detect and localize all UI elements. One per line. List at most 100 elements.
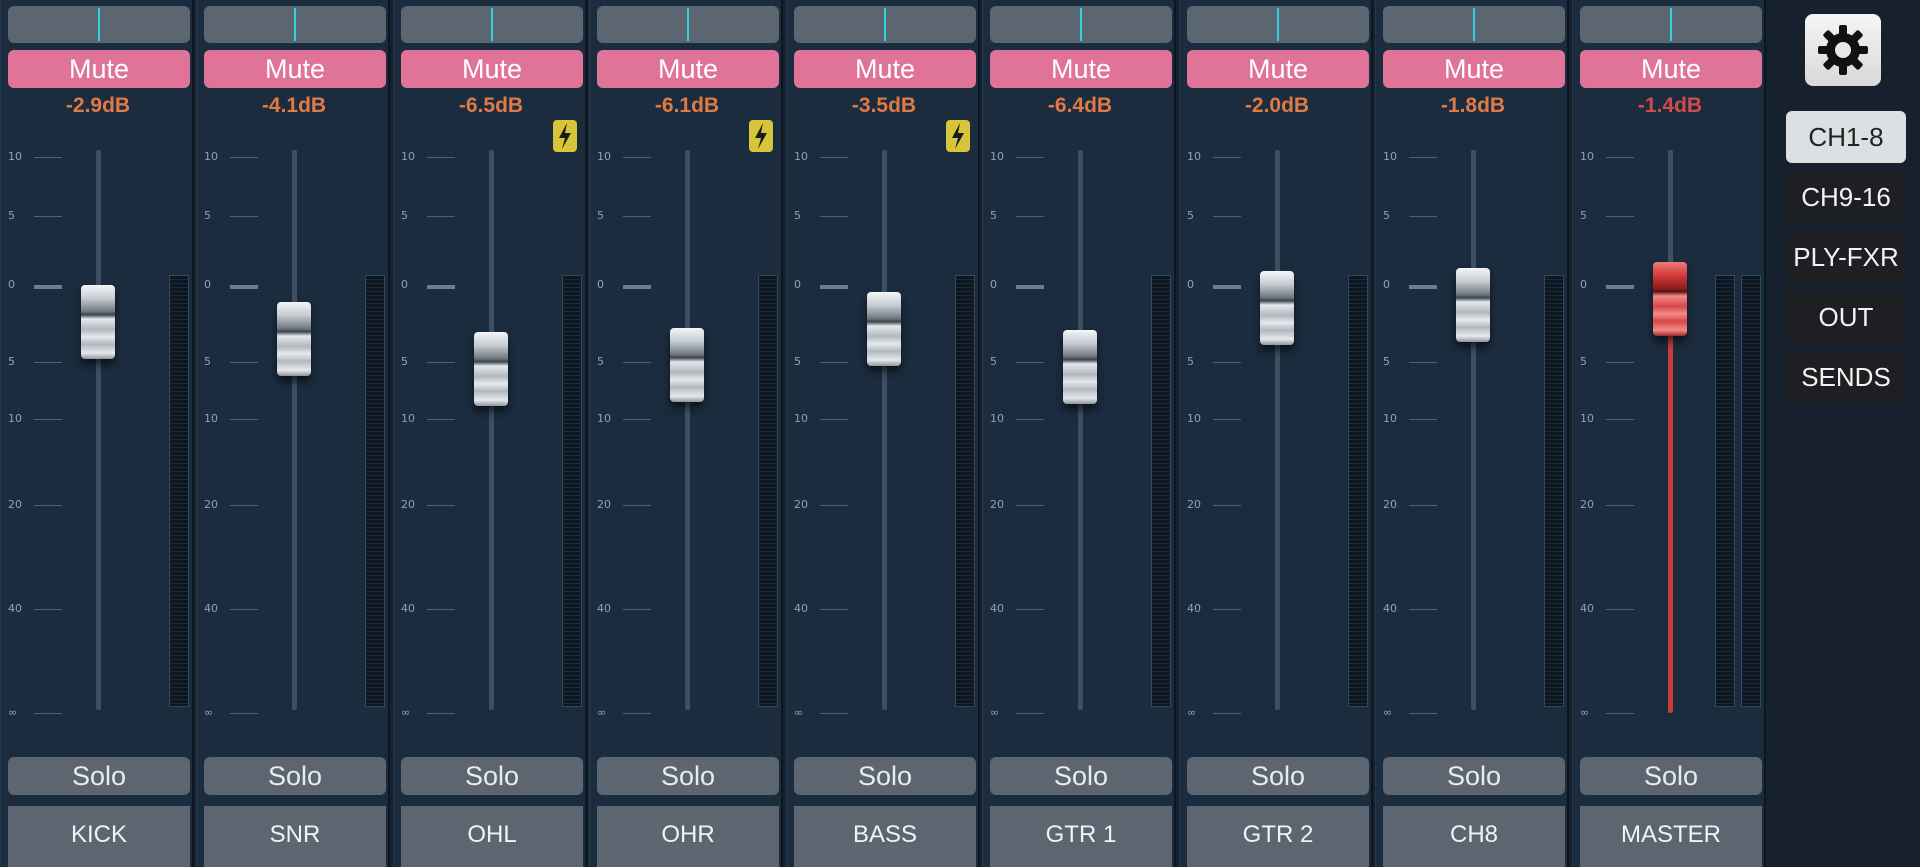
mute-button[interactable]: Mute xyxy=(1383,50,1565,88)
solo-button[interactable]: Solo xyxy=(1580,757,1762,795)
scale-tick xyxy=(427,713,455,714)
pan-slider[interactable] xyxy=(1580,6,1762,43)
scale-tick xyxy=(1016,713,1044,714)
scale-label: 5 xyxy=(1383,209,1390,222)
scale-tick xyxy=(1606,362,1634,363)
fader-knob[interactable] xyxy=(474,332,508,406)
channel-strip: Mute -2.0dB 10 5 0 5 10 20 40 ∞ Solo GTR 2 xyxy=(1179,0,1373,867)
scale-label: 5 xyxy=(990,209,997,222)
scale-label: 10 xyxy=(401,412,415,425)
lightning-icon xyxy=(559,123,571,149)
scale-label: 10 xyxy=(401,150,415,163)
scale-tick xyxy=(623,419,651,420)
scale-label: 10 xyxy=(990,150,1004,163)
mute-button[interactable]: Mute xyxy=(990,50,1172,88)
scale-tick xyxy=(1213,362,1241,363)
scale-tick xyxy=(427,157,455,158)
solo-button[interactable]: Solo xyxy=(8,757,190,795)
mute-button[interactable]: Mute xyxy=(794,50,976,88)
fader-knob[interactable] xyxy=(81,285,115,359)
fader-knob[interactable] xyxy=(1456,268,1490,342)
mute-button[interactable]: Mute xyxy=(401,50,583,88)
scale-label: 10 xyxy=(1383,150,1397,163)
scale-tick xyxy=(1213,157,1241,158)
channel-name[interactable]: BASS xyxy=(794,806,976,867)
scale-tick xyxy=(623,505,651,506)
pan-slider[interactable] xyxy=(990,6,1172,43)
channel-name[interactable]: SNR xyxy=(204,806,386,867)
channel-name[interactable]: OHR xyxy=(597,806,779,867)
pan-indicator xyxy=(1277,8,1279,41)
scale-tick xyxy=(1409,713,1437,714)
scale-tick xyxy=(230,419,258,420)
scale-tick xyxy=(230,157,258,158)
fader-track xyxy=(1275,150,1280,710)
channel-name[interactable]: OHL xyxy=(401,806,583,867)
scale-label: 5 xyxy=(597,209,604,222)
scale-label: ∞ xyxy=(990,706,1000,719)
scale-tick xyxy=(427,285,455,289)
scale-label: ∞ xyxy=(204,706,214,719)
nav-ch1-8[interactable]: CH1-8 xyxy=(1786,111,1906,163)
solo-button[interactable]: Solo xyxy=(401,757,583,795)
level-readout: -6.4dB xyxy=(1047,94,1113,117)
scale-label: 20 xyxy=(204,498,218,511)
fader-knob[interactable] xyxy=(1260,271,1294,345)
nav-ply-fxr[interactable]: PLY-FXR xyxy=(1786,231,1906,283)
scale-label: 20 xyxy=(1187,498,1201,511)
channel-name[interactable]: KICK xyxy=(8,806,190,867)
scale-tick xyxy=(1409,216,1437,217)
scale-label: 10 xyxy=(1187,150,1201,163)
solo-button[interactable]: Solo xyxy=(204,757,386,795)
pan-slider[interactable] xyxy=(794,6,976,43)
fader-knob[interactable] xyxy=(277,302,311,376)
scale-tick xyxy=(623,216,651,217)
nav-ch9-16[interactable]: CH9-16 xyxy=(1786,171,1906,223)
lightning-icon xyxy=(952,123,964,149)
scale-label: 10 xyxy=(204,412,218,425)
fader-knob[interactable] xyxy=(1063,330,1097,404)
solo-button[interactable]: Solo xyxy=(794,757,976,795)
scale-label: 5 xyxy=(597,355,604,368)
channel-strip: Mute -1.8dB 10 5 0 5 10 20 40 ∞ Solo CH8 xyxy=(1375,0,1569,867)
scale-tick xyxy=(1409,609,1437,610)
pan-slider[interactable] xyxy=(204,6,386,43)
scale-tick xyxy=(623,285,651,289)
channel-name[interactable]: CH8 xyxy=(1383,806,1565,867)
channel-name[interactable]: GTR 2 xyxy=(1187,806,1369,867)
scale-tick xyxy=(1606,609,1634,610)
solo-button[interactable]: Solo xyxy=(1383,757,1565,795)
pan-slider[interactable] xyxy=(1187,6,1369,43)
settings-button[interactable] xyxy=(1805,14,1881,86)
fader-knob[interactable] xyxy=(867,292,901,366)
scale-label: 40 xyxy=(1187,602,1201,615)
scale-tick xyxy=(1016,609,1044,610)
mute-button[interactable]: Mute xyxy=(204,50,386,88)
nav-sends[interactable]: SENDS xyxy=(1786,351,1906,403)
mute-button[interactable]: Mute xyxy=(1187,50,1369,88)
mute-button[interactable]: Mute xyxy=(8,50,190,88)
scale-tick xyxy=(820,362,848,363)
pan-indicator xyxy=(491,8,493,41)
scale-tick xyxy=(1409,362,1437,363)
solo-button[interactable]: Solo xyxy=(597,757,779,795)
scale-tick xyxy=(34,505,62,506)
pan-slider[interactable] xyxy=(8,6,190,43)
channel-name[interactable]: MASTER xyxy=(1580,806,1762,867)
scale-tick xyxy=(1016,505,1044,506)
pan-slider[interactable] xyxy=(597,6,779,43)
fader-knob[interactable] xyxy=(670,328,704,402)
pan-slider[interactable] xyxy=(1383,6,1565,43)
mute-button[interactable]: Mute xyxy=(1580,50,1762,88)
channel-name[interactable]: GTR 1 xyxy=(990,806,1172,867)
solo-button[interactable]: Solo xyxy=(990,757,1172,795)
scale-tick xyxy=(34,362,62,363)
pan-slider[interactable] xyxy=(401,6,583,43)
scale-tick xyxy=(1016,419,1044,420)
level-readout: -2.0dB xyxy=(1244,94,1310,117)
pan-indicator xyxy=(1080,8,1082,41)
nav-out[interactable]: OUT xyxy=(1786,291,1906,343)
fader-knob[interactable] xyxy=(1653,262,1687,336)
mute-button[interactable]: Mute xyxy=(597,50,779,88)
solo-button[interactable]: Solo xyxy=(1187,757,1369,795)
